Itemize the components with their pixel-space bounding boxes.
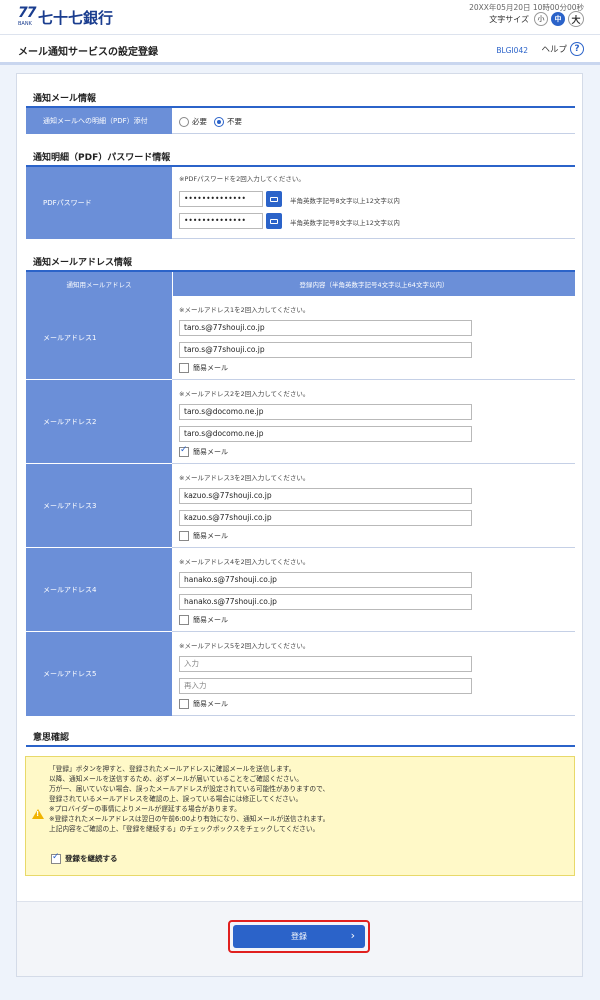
checkbox-box[interactable]	[179, 445, 189, 457]
address-confirm-input[interactable]: kazuo.s@77shouji.co.jp	[179, 510, 472, 526]
address-confirm-input[interactable]: hanako.s@77shouji.co.jp	[179, 594, 472, 610]
address-input[interactable]: hanako.s@77shouji.co.jp	[179, 572, 472, 588]
address-confirm-input[interactable]: 再入力	[179, 678, 472, 694]
simple-mail-checkbox[interactable]: 簡易メール	[179, 363, 228, 373]
row-label-pdf-attach: 通知メールへの明細（PDF）添付	[26, 108, 172, 134]
radio-not-required-label: 不要	[227, 117, 242, 126]
table-header-address: 通知用メールアドレス	[26, 272, 172, 296]
bank-name: 七十七銀行	[38, 9, 114, 27]
notice-line: 以降、通知メールを送信するため、必ずメールが届いていることをご確認ください。	[49, 775, 303, 783]
submit-highlight: 登録 ›	[228, 920, 370, 953]
page-title: メール通知サービスの設定登録	[18, 47, 158, 58]
help-label: ヘルプ	[541, 45, 567, 55]
section-title-confirm: 意思確認	[33, 733, 70, 743]
address-confirm-input[interactable]: taro.s@docomo.ne.jp	[179, 426, 472, 442]
checkbox-box[interactable]	[51, 852, 61, 864]
confirmation-notice: 「登録」ボタンを押すと、登録されたメールアドレスに確認メールを送信します。 以降…	[25, 756, 575, 876]
address-label-4: メールアドレス4	[26, 548, 172, 632]
simple-mail-label: 簡易メール	[193, 448, 228, 456]
simple-mail-checkbox[interactable]: 簡易メール	[179, 531, 228, 541]
address-input[interactable]: 入力	[179, 656, 472, 672]
section-title-pdf-password: 通知明細（PDF）パスワード情報	[33, 153, 171, 163]
continue-registration-checkbox[interactable]: 登録を継続する	[51, 852, 118, 864]
notice-line: 「登録」ボタンを押すと、登録されたメールアドレスに確認メールを送信します。	[49, 765, 296, 773]
pdf-password-confirm-hint: 半角英数字記号8文字以上12文字以内	[290, 219, 400, 227]
address-input[interactable]: kazuo.s@77shouji.co.jp	[179, 488, 472, 504]
row-pdf-password: ※PDFパスワードを2回入力してください。 •••••••••••••• 半角英…	[172, 167, 575, 239]
address-label-3: メールアドレス3	[26, 464, 172, 548]
notice-line: 万が一、届いていない場合、誤ったメールアドレスが設定されている可能性がありますの…	[49, 785, 330, 793]
help-link[interactable]: ヘルプ ?	[541, 42, 584, 56]
pdf-password-input[interactable]: ••••••••••••••	[179, 191, 263, 207]
checkbox-box[interactable]	[179, 699, 189, 709]
font-size-label: 文字サイズ	[489, 14, 529, 24]
checkbox-box[interactable]	[179, 615, 189, 625]
font-size-large-button[interactable]: 大	[568, 11, 584, 27]
row-pdf-attach: 必要 不要	[172, 108, 575, 134]
address-note: ※メールアドレス4を2回入力してください。	[179, 558, 310, 566]
address-label-1: メールアドレス1	[26, 296, 172, 380]
pdf-password-note: ※PDFパスワードを2回入力してください。	[179, 175, 305, 183]
logo-bank-text: BANK	[18, 21, 32, 27]
address-note: ※メールアドレス5を2回入力してください。	[179, 642, 310, 650]
checkbox-box[interactable]	[179, 363, 189, 373]
simple-mail-checkbox[interactable]: 簡易メール	[179, 699, 228, 709]
simple-mail-label: 簡易メール	[193, 532, 228, 540]
chevron-right-icon: ›	[350, 929, 355, 942]
radio-pdf-not-required[interactable]: 不要	[214, 116, 242, 127]
address-input[interactable]: taro.s@docomo.ne.jp	[179, 404, 472, 420]
page-header: メール通知サービスの設定登録 BLGI042 ヘルプ ?	[0, 34, 600, 65]
register-button[interactable]: 登録 ›	[233, 925, 365, 948]
help-icon: ?	[570, 42, 584, 56]
address-input[interactable]: taro.s@77shouji.co.jp	[179, 320, 472, 336]
address-row-3: ※メールアドレス3を2回入力してください。 kazuo.s@77shouji.c…	[172, 464, 575, 548]
radio-required-dot[interactable]	[179, 116, 189, 127]
section-title-notice-mail: 通知メール情報	[33, 94, 97, 104]
radio-pdf-required[interactable]: 必要	[179, 116, 207, 127]
simple-mail-checkbox[interactable]: 簡易メール	[179, 445, 228, 457]
simple-mail-label: 簡易メール	[193, 616, 228, 624]
address-row-5: ※メールアドレス5を2回入力してください。 入力 再入力 簡易メール	[172, 632, 575, 716]
pdf-password-hint: 半角英数字記号8文字以上12文字以内	[290, 197, 400, 205]
top-bar: 77 BANK 七十七銀行 20XX年05月20日 10時00分00秒 文字サイ…	[0, 0, 600, 34]
address-row-4: ※メールアドレス4を2回入力してください。 hanako.s@77shouji.…	[172, 548, 575, 632]
pdf-password-confirm-input[interactable]: ••••••••••••••	[179, 213, 263, 229]
address-label-2: メールアドレス2	[26, 380, 172, 464]
logo-mark: 77 BANK	[18, 6, 36, 30]
bank-logo[interactable]: 77 BANK 七十七銀行	[18, 6, 113, 30]
screen-id: BLGI042	[496, 46, 528, 55]
simple-mail-checkbox[interactable]: 簡易メール	[179, 615, 228, 625]
section-title-addresses: 通知メールアドレス情報	[33, 258, 133, 268]
section-divider	[26, 745, 575, 747]
warning-icon	[32, 809, 44, 819]
font-size-switcher: 文字サイズ 小 中 大	[489, 11, 584, 27]
row-label-pdf-password: PDFパスワード	[26, 167, 172, 239]
address-confirm-input[interactable]: taro.s@77shouji.co.jp	[179, 342, 472, 358]
notice-line: 上記内容をご確認の上、「登録を継続する」のチェックボックスをチェックしてください…	[49, 825, 320, 833]
continue-label: 登録を継続する	[65, 854, 118, 863]
notice-line: ※登録されたメールアドレスは翌日の午前6:00より有効になり、通知メールが送信さ…	[49, 815, 330, 823]
address-note: ※メールアドレス2を2回入力してください。	[179, 390, 310, 398]
radio-required-label: 必要	[192, 117, 207, 126]
address-note: ※メールアドレス1を2回入力してください。	[179, 306, 310, 314]
simple-mail-label: 簡易メール	[193, 364, 228, 372]
notice-line: ※プロバイダーの事情によりメールが遅延する場合があります。	[49, 805, 241, 813]
notice-line: 登録されているメールアドレスを確認の上、誤っている場合には修正してください。	[49, 795, 303, 803]
font-size-medium-button[interactable]: 中	[551, 12, 565, 26]
table-header-content: 登録内容（半角英数字記号4文字以上64文字以内）	[173, 272, 575, 296]
address-note: ※メールアドレス3を2回入力してください。	[179, 474, 310, 482]
software-keyboard-icon[interactable]	[266, 191, 282, 207]
checkbox-box[interactable]	[179, 531, 189, 541]
software-keyboard-icon[interactable]	[266, 213, 282, 229]
address-label-5: メールアドレス5	[26, 632, 172, 716]
footer-area: 登録 ›	[17, 901, 582, 976]
register-label: 登録	[291, 932, 307, 941]
radio-not-required-dot[interactable]	[214, 116, 224, 127]
address-row-1: ※メールアドレス1を2回入力してください。 taro.s@77shouji.co…	[172, 296, 575, 380]
simple-mail-label: 簡易メール	[193, 700, 228, 708]
font-size-small-button[interactable]: 小	[534, 12, 548, 26]
address-row-2: ※メールアドレス2を2回入力してください。 taro.s@docomo.ne.j…	[172, 380, 575, 464]
logo-number: 77	[18, 5, 36, 21]
